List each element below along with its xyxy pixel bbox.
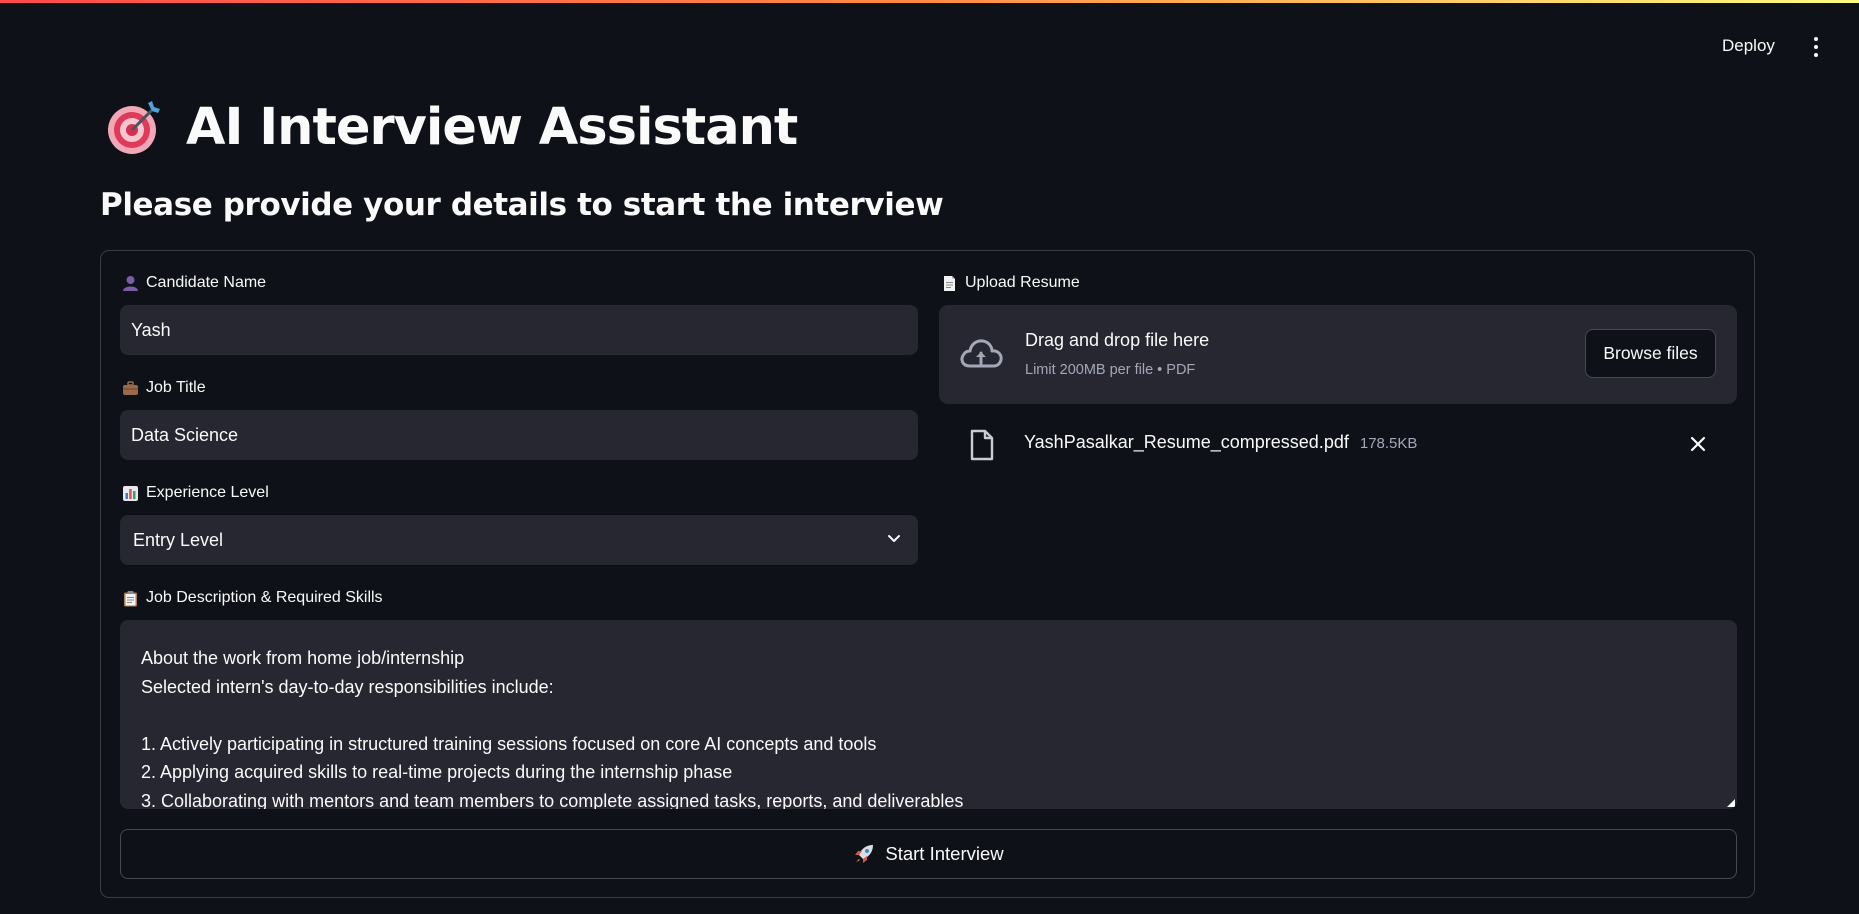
uploaded-file-size: 178.5KB <box>1359 435 1418 452</box>
job-description-label-text: Job Description & Required Skills <box>146 589 383 606</box>
vertical-dots-icon-dot <box>1814 53 1818 57</box>
dropzone-limit-hint: Limit 200MB per file • PDF <box>1025 362 1196 378</box>
close-icon[interactable] <box>1688 434 1708 454</box>
job-description-label: Job Description & Required Skills <box>122 589 383 607</box>
upload-resume-label: Upload Resume <box>941 274 1080 292</box>
uploaded-file-name-text: YashPasalkar_Resume_compressed.pdf <box>1024 432 1349 452</box>
person-silhouette-icon <box>123 275 138 291</box>
textarea-line <box>141 701 1716 730</box>
document-icon <box>944 275 955 291</box>
vertical-dots-icon <box>1814 37 1818 41</box>
textarea-line: 3. Collaborating with mentors and team m… <box>141 790 964 810</box>
candidate-name-label: Candidate Name <box>122 274 266 292</box>
job-title-label-text: Job Title <box>146 379 206 396</box>
rocket-icon <box>855 845 874 863</box>
page-title-row: AI Interview Assistant <box>104 92 798 162</box>
textarea-line: About the work from home job/internship <box>141 648 465 668</box>
page-title: AI Interview Assistant <box>186 97 798 157</box>
clipboard-icon <box>124 590 137 606</box>
uploaded-file-name: YashPasalkar_Resume_compressed.pdf 178.5… <box>1024 432 1417 453</box>
dropzone-instruction: Drag and drop file here <box>1025 330 1210 350</box>
start-interview-label: Start Interview <box>885 843 1004 864</box>
textarea-line: 2. Applying acquired skills to real-time… <box>141 762 733 782</box>
uploaded-file-row: YashPasalkar_Resume_compressed.pdf 178.5… <box>939 420 1737 470</box>
experience-level-label-text: Experience Level <box>146 484 269 501</box>
resume-dropzone[interactable]: Drag and drop file here Limit 200MB per … <box>939 305 1737 404</box>
deploy-button[interactable]: Deploy <box>1716 34 1781 62</box>
bar-chart-icon <box>123 485 138 501</box>
job-description-textarea[interactable]: About the work from home job/internship … <box>120 620 1737 809</box>
job-title-label: Job Title <box>122 379 206 397</box>
file-icon <box>970 429 994 461</box>
vertical-dots-icon-dot <box>1814 45 1818 49</box>
browse-files-button[interactable]: Browse files <box>1585 329 1716 378</box>
candidate-name-field[interactable]: Yash <box>120 305 918 355</box>
chevron-down-icon <box>888 535 900 542</box>
job-title-field[interactable]: Data Science <box>120 410 918 460</box>
textarea-line: Selected intern's day-to-day responsibil… <box>141 676 554 697</box>
direct-hit-target-icon <box>108 101 160 154</box>
top-decoration-bar <box>0 0 1859 3</box>
main-menu-button[interactable] <box>1804 34 1828 60</box>
candidate-name-label-text: Candidate Name <box>146 274 267 291</box>
experience-level-select[interactable]: Entry Level <box>120 515 918 565</box>
upload-resume-label-text: Upload Resume <box>965 274 1080 291</box>
experience-level-selected: Entry Level <box>133 529 224 550</box>
experience-level-label: Experience Level <box>122 484 269 502</box>
resize-handle-icon[interactable] <box>1727 799 1735 807</box>
start-interview-button[interactable]: Start Interview <box>120 829 1737 879</box>
textarea-line: 1. Actively participating in structured … <box>141 733 877 754</box>
briefcase-icon <box>123 380 138 395</box>
cloud-upload-icon <box>960 339 1003 368</box>
page-subtitle: Please provide your details to start the… <box>100 187 944 223</box>
